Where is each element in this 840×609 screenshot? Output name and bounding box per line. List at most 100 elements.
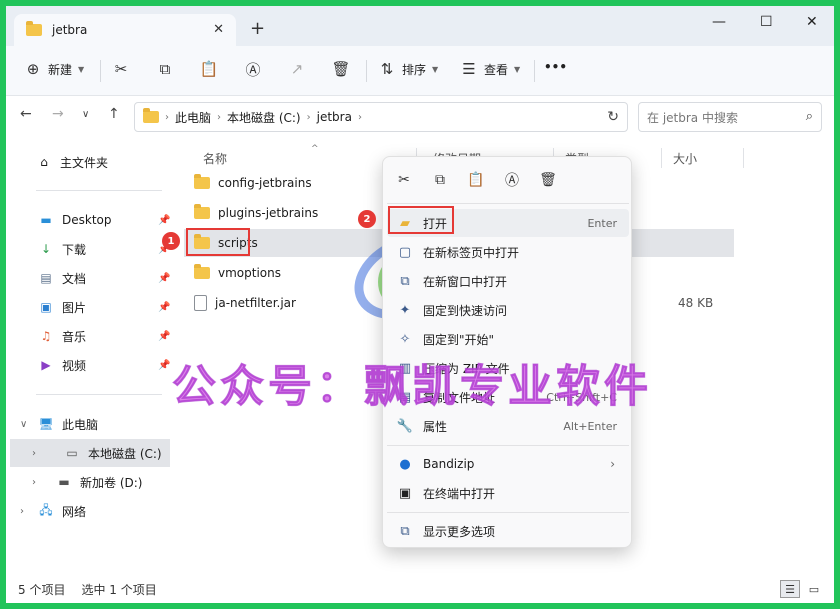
drive-icon: ▬ — [58, 475, 70, 489]
pin-icon[interactable]: 📌 — [158, 331, 170, 342]
pin-icon[interactable]: 📌 — [158, 215, 170, 226]
pin-start-icon: ✧ — [399, 331, 411, 347]
tab-close-icon[interactable]: ✕ — [213, 22, 224, 37]
sidebar-item-local-disk-c[interactable]: › ▭ 本地磁盘 (C:) — [10, 439, 170, 467]
sidebar-item-volume-d[interactable]: › ▬ 新加卷 (D:) — [6, 468, 176, 496]
sidebar-item-desktop[interactable]: ▬ Desktop 📌 — [6, 206, 176, 234]
scissors-icon[interactable]: ✂ — [395, 171, 413, 189]
copy-icon: ⧉ — [159, 60, 171, 78]
recent-chevron-icon[interactable]: ∨ — [82, 109, 89, 120]
sidebar-item-label: 文档 — [62, 271, 87, 286]
chevron-right-icon[interactable]: › — [20, 506, 24, 517]
pin-icon[interactable]: 📌 — [158, 273, 170, 284]
breadcrumb-jetbra[interactable]: jetbra — [317, 110, 352, 124]
refresh-icon[interactable]: ↻ — [607, 109, 619, 125]
sidebar-item-label: 本地磁盘 (C:) — [88, 446, 162, 461]
cut-button[interactable]: ✂ — [112, 60, 130, 78]
view-button[interactable]: ☰ 查看 ▼ — [460, 60, 520, 78]
maximize-button[interactable]: ☐ — [760, 14, 773, 30]
sort-button[interactable]: ⇅ 排序 ▼ — [378, 60, 438, 78]
search-icon: ⌕ — [805, 109, 813, 124]
column-divider — [661, 148, 662, 168]
file-size: 48 KB — [678, 296, 714, 310]
menu-item-label: 在新窗口中打开 — [423, 274, 508, 289]
chevron-right-icon: › — [610, 457, 615, 471]
menu-item-open-new-tab[interactable]: ▢ 在新标签页中打开 — [387, 238, 629, 266]
file-name: ja-netfilter.jar — [215, 296, 296, 310]
column-header-name[interactable]: 名称 — [203, 150, 227, 167]
menu-item-open-new-window[interactable]: ⧉ 在新窗口中打开 — [387, 267, 629, 295]
address-bar[interactable]: › 此电脑 › 本地磁盘 (C:) › jetbra › ↻ — [134, 102, 628, 132]
sort-icon: ⇅ — [380, 60, 394, 78]
view-list-icon: ☰ — [462, 60, 476, 78]
sidebar-item-label: 视频 — [62, 358, 87, 373]
sidebar-item-pictures[interactable]: ▣ 图片 📌 — [6, 293, 176, 321]
more-button[interactable]: ••• — [544, 60, 567, 74]
chevron-right-icon: › — [217, 111, 222, 123]
new-button[interactable]: ⊕ 新建 ▼ — [24, 60, 84, 78]
pin-icon[interactable]: 📌 — [158, 360, 170, 371]
highlight-box-open — [388, 206, 454, 234]
forward-icon[interactable]: → — [52, 106, 64, 122]
folder-icon — [26, 21, 42, 36]
document-icon: ▤ — [40, 271, 52, 285]
sidebar-item-videos[interactable]: ▶ 视频 📌 — [6, 351, 176, 379]
clipboard-icon[interactable]: 📋 — [467, 171, 485, 189]
trash-icon[interactable]: 🗑 — [539, 171, 557, 189]
back-icon[interactable]: ← — [20, 106, 32, 122]
copy-button[interactable]: ⧉ — [156, 60, 174, 78]
menu-item-label: 显示更多选项 — [423, 524, 496, 539]
copy-icon[interactable]: ⧉ — [431, 171, 449, 189]
up-icon[interactable]: ↑ — [108, 106, 120, 122]
toolbar-divider — [366, 60, 367, 82]
breadcrumb-this-pc[interactable]: 此电脑 — [175, 109, 211, 126]
step-badge-1: 1 — [162, 232, 180, 250]
menu-item-pin-quick-access[interactable]: ✦ 固定到快速访问 — [387, 296, 629, 324]
sidebar-item-label: 此电脑 — [62, 417, 99, 432]
folder-icon — [143, 108, 159, 123]
new-tab-button[interactable]: + — [250, 18, 265, 39]
chevron-down-icon: ▼ — [432, 64, 439, 74]
sidebar-item-this-pc[interactable]: ∨ 🖥 此电脑 — [6, 410, 176, 438]
sidebar-item-music[interactable]: ♫ 音乐 📌 — [6, 322, 176, 350]
minimize-button[interactable]: — — [712, 14, 726, 30]
details-view-icon[interactable]: ☰ — [780, 580, 800, 598]
tiles-view-icon[interactable]: ▭ — [804, 580, 824, 598]
sidebar-item-documents[interactable]: ▤ 文档 📌 — [6, 264, 176, 292]
chevron-right-icon[interactable]: › — [32, 477, 36, 488]
share-button[interactable]: ↗ — [288, 60, 306, 78]
sidebar-divider — [36, 190, 162, 191]
toolbar-divider — [100, 60, 101, 82]
sidebar-item-network[interactable]: › 🖧 网络 — [6, 497, 176, 525]
file-name: plugins-jetbrains — [218, 206, 319, 220]
close-button[interactable]: ✕ — [806, 14, 818, 30]
tab-jetbra[interactable]: jetbra ✕ — [14, 14, 236, 46]
pin-icon[interactable]: 📌 — [158, 302, 170, 313]
paste-button[interactable]: 📋 — [200, 60, 219, 78]
rename-button[interactable]: Ⓐ — [244, 60, 262, 79]
menu-item-open-terminal[interactable]: ▣ 在终端中打开 — [387, 479, 629, 507]
search-input[interactable]: 在 jetbra 中搜索 ⌕ — [638, 102, 822, 132]
sidebar-item-downloads[interactable]: ↓ 下载 📌 — [6, 235, 176, 263]
scissors-icon: ✂ — [114, 60, 128, 78]
menu-item-show-more[interactable]: ⧉ 显示更多选项 — [387, 517, 629, 545]
menu-item-pin-start[interactable]: ✧ 固定到"开始" — [387, 325, 629, 353]
menu-item-properties[interactable]: 🔧 属性 Alt+Enter — [387, 412, 629, 440]
column-header-size[interactable]: 大小 — [673, 150, 697, 167]
rename-icon[interactable]: Ⓐ — [503, 171, 521, 189]
sidebar-item-home[interactable]: ⌂ 主文件夹 — [6, 148, 176, 176]
network-icon: 🖧 — [39, 502, 53, 517]
sidebar-item-label: 新加卷 (D:) — [80, 475, 143, 490]
sidebar-item-label: 音乐 — [62, 329, 87, 344]
sidebar-item-label: 主文件夹 — [60, 155, 109, 170]
chevron-right-icon[interactable]: › — [32, 448, 36, 459]
view-toggle: ☰ ▭ — [780, 580, 824, 598]
new-tab-icon: ▢ — [398, 244, 412, 260]
video-icon: ▶ — [41, 358, 51, 372]
menu-item-bandizip[interactable]: ● Bandizip › — [387, 450, 629, 478]
chevron-down-icon[interactable]: ∨ — [20, 419, 27, 430]
computer-icon: 🖥 — [38, 417, 54, 431]
more-icon: ••• — [544, 60, 568, 74]
breadcrumb-local-disk[interactable]: 本地磁盘 (C:) — [227, 109, 301, 126]
delete-button[interactable]: 🗑 — [331, 60, 350, 78]
